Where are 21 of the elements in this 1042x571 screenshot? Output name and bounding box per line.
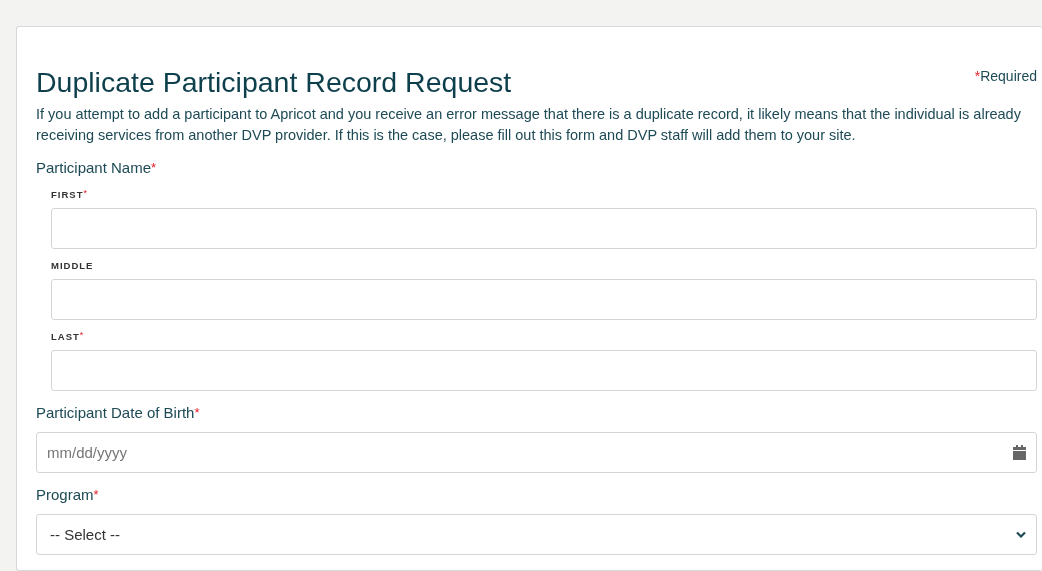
field-label: Participant Date of Birth — [36, 404, 195, 421]
select-dropdown[interactable]: -- Select -- — [36, 514, 1037, 555]
subfield-label: LAST — [51, 331, 80, 342]
date-input[interactable]: mm/dd/yyyy — [36, 432, 1037, 473]
required-asterisk: * — [79, 330, 84, 340]
calendar-icon[interactable] — [1013, 445, 1026, 460]
text-input[interactable] — [51, 350, 1037, 391]
text-input[interactable] — [51, 208, 1037, 249]
field-label: Program — [36, 486, 94, 503]
subfield-label: MIDDLE — [51, 260, 94, 271]
field-label: Participant Name — [36, 159, 152, 176]
required-asterisk: * — [83, 188, 87, 198]
required-asterisk: * — [151, 160, 157, 175]
required-note: *Required — [974, 68, 1037, 84]
subfield-label: FIRST — [51, 189, 84, 200]
text-input[interactable] — [51, 279, 1037, 320]
form-title: Duplicate Participant Record Request — [36, 65, 512, 99]
required-asterisk: * — [194, 405, 200, 420]
intro-text: If you attempt to add a participant to Apricot and you receive an error message that there is a duplicate record, it likely means that the individual is already receiving services from another DVP provider. If this is the case, please fill out this form and DVP staff will add them to your site. — [36, 105, 1022, 145]
required-asterisk: * — [93, 487, 99, 502]
chevron-down-icon — [1016, 531, 1026, 538]
